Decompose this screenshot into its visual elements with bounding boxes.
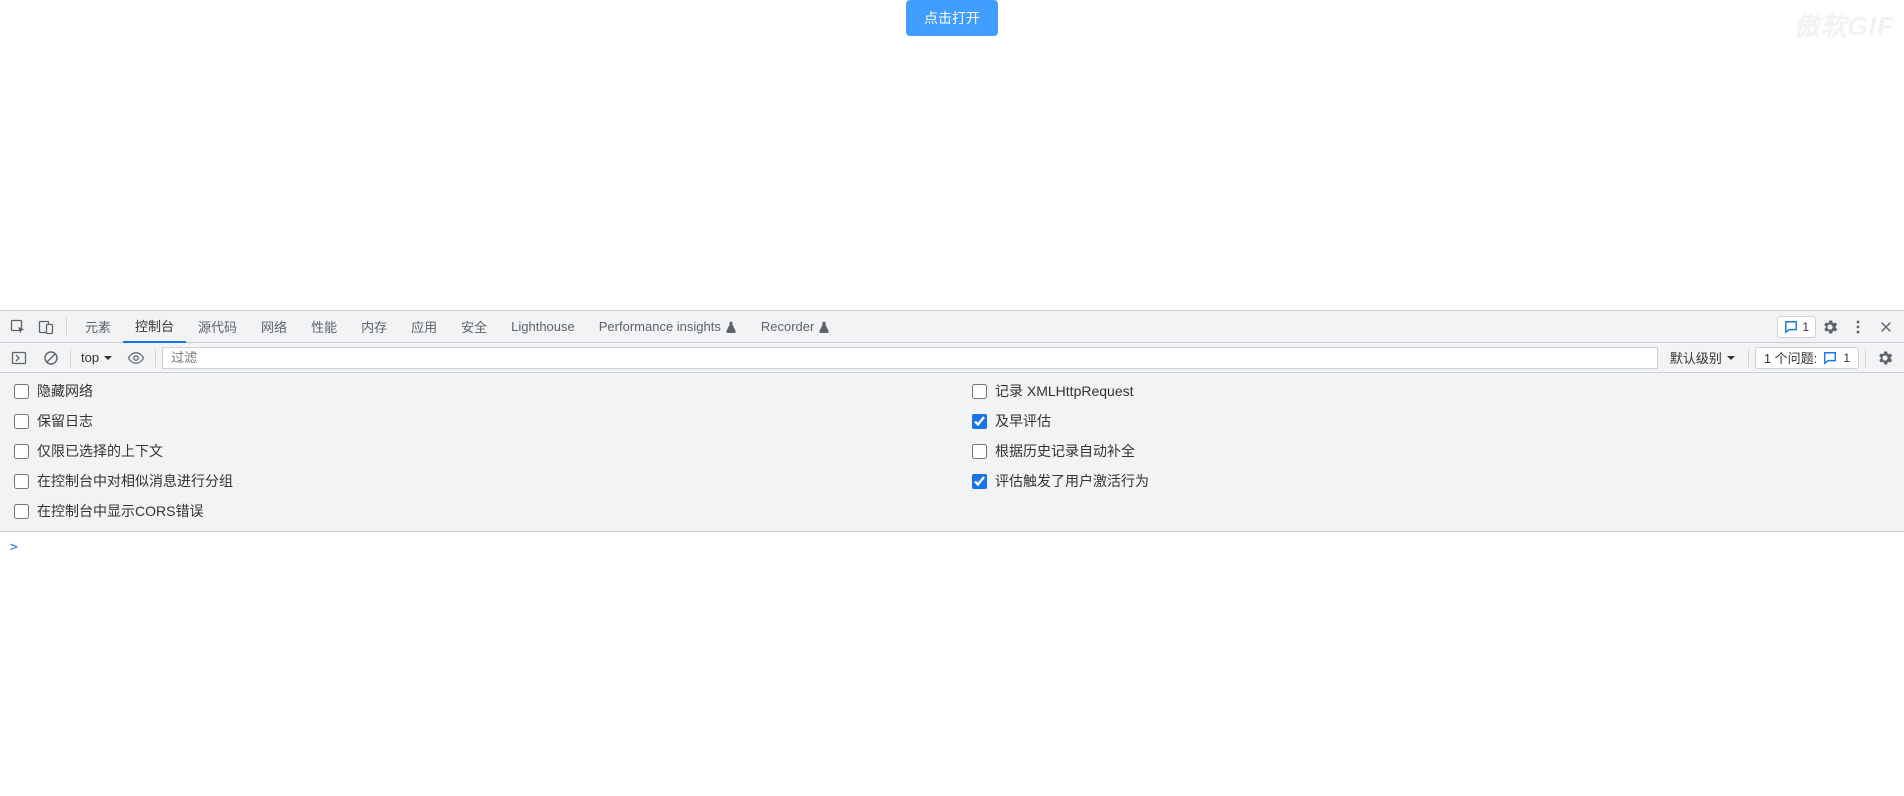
tab-console[interactable]: 控制台	[123, 311, 186, 343]
console-prompt: >	[10, 540, 18, 555]
setting-label: 根据历史记录自动补全	[995, 441, 1135, 461]
checkbox[interactable]	[14, 444, 29, 459]
divider	[1748, 349, 1749, 367]
setting-group-similar[interactable]: 在控制台中对相似消息进行分组	[14, 471, 932, 491]
tab-elements[interactable]: 元素	[73, 311, 123, 343]
setting-show-cors-errors[interactable]: 在控制台中显示CORS错误	[14, 501, 932, 521]
checkbox[interactable]	[14, 414, 29, 429]
flask-icon	[818, 321, 830, 333]
inspect-element-icon[interactable]	[4, 313, 32, 341]
setting-label: 仅限已选择的上下文	[37, 441, 163, 461]
console-output[interactable]: >	[0, 532, 1904, 796]
setting-user-activation[interactable]: 评估触发了用户激活行为	[972, 471, 1890, 491]
issues-badge-count: 1	[1802, 320, 1809, 334]
tab-label: Performance insights	[599, 319, 721, 334]
checkbox[interactable]	[14, 474, 29, 489]
chat-bubble-icon	[1823, 351, 1837, 365]
setting-autocomplete-from-history[interactable]: 根据历史记录自动补全	[972, 441, 1890, 461]
filter-input[interactable]	[162, 347, 1658, 369]
setting-label: 保留日志	[37, 411, 93, 431]
setting-preserve-log[interactable]: 保留日志	[14, 411, 932, 431]
checkbox[interactable]	[972, 444, 987, 459]
live-expression-eye-icon[interactable]	[123, 345, 149, 371]
context-label: top	[81, 350, 99, 365]
console-settings-grid: 隐藏网络 记录 XMLHttpRequest 保留日志 及早评估 仅限已选择的上…	[14, 381, 1890, 521]
chevron-down-icon	[1726, 353, 1736, 363]
devtools-tabstrip: 元素 控制台 源代码 网络 性能 内存 应用 安全 Lighthouse Per…	[0, 311, 1904, 343]
tab-network[interactable]: 网络	[249, 311, 299, 343]
tab-sources[interactable]: 源代码	[186, 311, 249, 343]
divider	[66, 318, 67, 336]
tab-label: Recorder	[761, 319, 814, 334]
console-settings-panel: 隐藏网络 记录 XMLHttpRequest 保留日志 及早评估 仅限已选择的上…	[0, 373, 1904, 532]
checkbox[interactable]	[14, 504, 29, 519]
checkbox[interactable]	[972, 474, 987, 489]
toggle-device-toolbar-icon[interactable]	[32, 313, 60, 341]
setting-label: 记录 XMLHttpRequest	[995, 381, 1134, 401]
tab-memory[interactable]: 内存	[349, 311, 399, 343]
setting-log-xmlhttprequest[interactable]: 记录 XMLHttpRequest	[972, 381, 1890, 401]
log-level-selector[interactable]: 默认级别	[1664, 348, 1742, 367]
close-icon[interactable]	[1872, 313, 1900, 341]
open-button[interactable]: 点击打开	[906, 0, 998, 36]
more-vert-icon[interactable]	[1844, 313, 1872, 341]
setting-eager-evaluation[interactable]: 及早评估	[972, 411, 1890, 431]
console-settings-gear-icon[interactable]	[1872, 345, 1898, 371]
setting-label: 在控制台中对相似消息进行分组	[37, 471, 233, 491]
tab-security[interactable]: 安全	[449, 311, 499, 343]
setting-label: 在控制台中显示CORS错误	[37, 501, 203, 521]
setting-hide-network[interactable]: 隐藏网络	[14, 381, 932, 401]
tab-performance-insights[interactable]: Performance insights	[587, 311, 749, 343]
tab-application[interactable]: 应用	[399, 311, 449, 343]
setting-label: 隐藏网络	[37, 381, 93, 401]
log-level-label: 默认级别	[1670, 348, 1722, 367]
checkbox[interactable]	[14, 384, 29, 399]
devtools-panel: 元素 控制台 源代码 网络 性能 内存 应用 安全 Lighthouse Per…	[0, 310, 1904, 796]
toggle-console-sidebar-icon[interactable]	[6, 345, 32, 371]
tab-recorder[interactable]: Recorder	[749, 311, 842, 343]
issues-badge[interactable]: 1	[1777, 316, 1816, 338]
tab-performance[interactable]: 性能	[299, 311, 349, 343]
checkbox[interactable]	[972, 414, 987, 429]
divider	[70, 349, 71, 367]
issues-summary-label: 1 个问题:	[1764, 348, 1817, 367]
checkbox[interactable]	[972, 384, 987, 399]
setting-selected-context-only[interactable]: 仅限已选择的上下文	[14, 441, 932, 461]
divider	[1865, 349, 1866, 367]
setting-label: 及早评估	[995, 411, 1051, 431]
chat-bubble-icon	[1784, 320, 1798, 334]
tab-lighthouse[interactable]: Lighthouse	[499, 311, 587, 343]
settings-gear-icon[interactable]	[1816, 313, 1844, 341]
console-toolbar: top 默认级别 1 个问题: 1	[0, 343, 1904, 373]
setting-label: 评估触发了用户激活行为	[995, 471, 1149, 491]
context-selector[interactable]: top	[77, 350, 117, 365]
issues-summary-count: 1	[1843, 351, 1850, 365]
divider	[155, 349, 156, 367]
clear-console-icon[interactable]	[38, 345, 64, 371]
flask-icon	[725, 321, 737, 333]
chevron-down-icon	[103, 353, 113, 363]
page-content-area: 点击打开 傲软GIF	[0, 0, 1904, 310]
issues-summary[interactable]: 1 个问题: 1	[1755, 347, 1859, 369]
watermark-text: 傲软GIF	[1794, 6, 1894, 43]
